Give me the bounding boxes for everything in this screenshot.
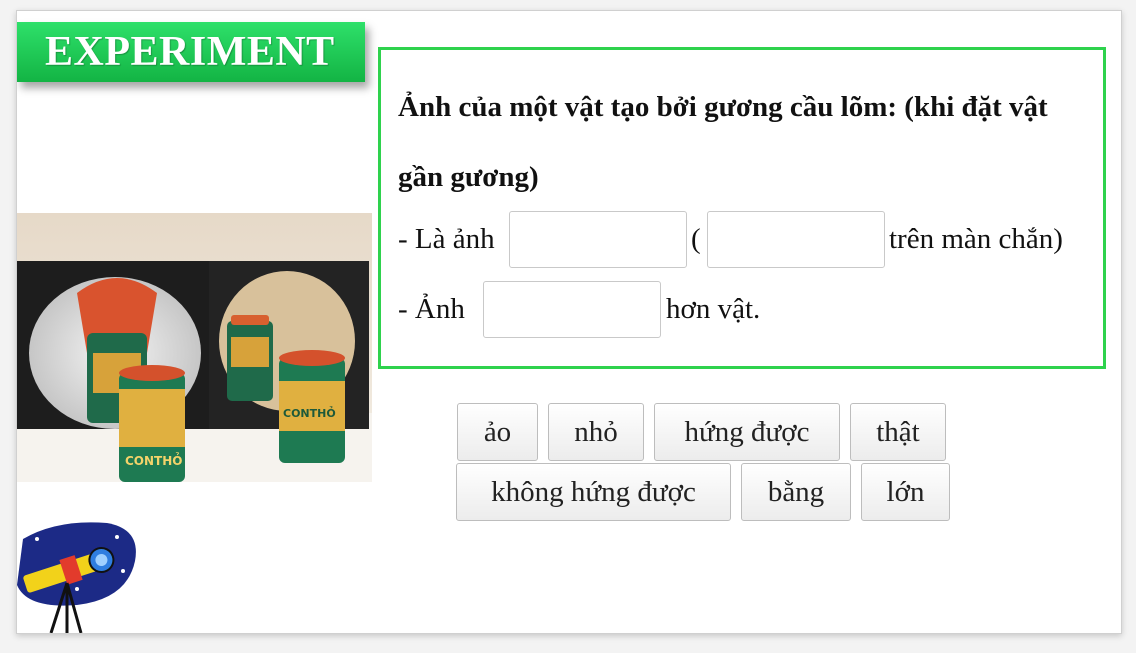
word-option-that[interactable]: thật: [850, 403, 946, 461]
answer-slot-1[interactable]: [509, 211, 687, 268]
telescope-icon: [17, 522, 136, 633]
slide-frame: EXPERIMENT CONTHỎ CONTHỎ Ảnh của một vật…: [16, 10, 1122, 634]
question-title: Ảnh của một vật tạo bởi gương cầu lõm: (…: [398, 91, 1048, 193]
experiment-badge: EXPERIMENT: [17, 22, 365, 82]
battery-label-right: CONTHỎ: [283, 406, 336, 420]
answer-slot-3[interactable]: [483, 281, 661, 338]
line2-prefix: - Ảnh: [398, 293, 465, 325]
word-option-khong-hung-duoc[interactable]: không hứng được: [456, 463, 731, 521]
word-option-bang[interactable]: bằng: [741, 463, 851, 521]
answer-slot-2[interactable]: [707, 211, 885, 268]
mirror-experiment-photo: CONTHỎ CONTHỎ: [17, 213, 372, 482]
line1-suffix: trên màn chắn): [889, 223, 1063, 255]
word-option-lon[interactable]: lớn: [861, 463, 950, 521]
line1-prefix: - Là ảnh: [398, 223, 495, 255]
line1-paren-open: (: [691, 223, 701, 255]
word-option-hung-duoc[interactable]: hứng được: [654, 403, 840, 461]
battery-label-left: CONTHỎ: [125, 452, 182, 468]
word-option-nho[interactable]: nhỏ: [548, 403, 644, 461]
word-option-ao[interactable]: ảo: [457, 403, 538, 461]
line2-suffix: hơn vật.: [666, 293, 761, 325]
question-box: Ảnh của một vật tạo bởi gương cầu lõm: (…: [378, 47, 1106, 369]
